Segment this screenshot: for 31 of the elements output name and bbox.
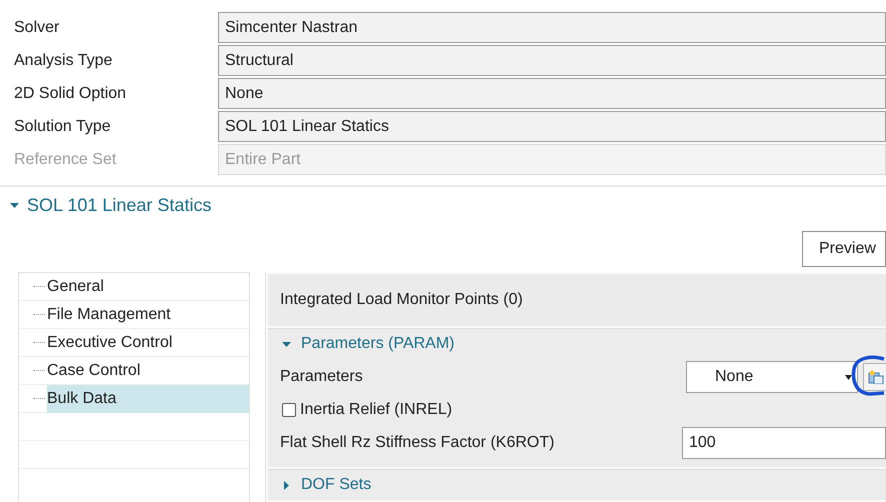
field-label: Flat Shell Rz Stiffness Factor (K6ROT) bbox=[280, 433, 556, 453]
property-field[interactable]: None bbox=[218, 78, 886, 109]
dropdown[interactable]: None bbox=[686, 361, 858, 393]
property-field[interactable]: Structural bbox=[218, 45, 886, 76]
tree-item[interactable]: Executive Control bbox=[47, 328, 249, 356]
group-title[interactable]: DOF Sets bbox=[301, 473, 372, 497]
field-label: Parameters bbox=[280, 367, 364, 387]
property-label: Solver bbox=[13, 18, 60, 38]
caret-icon bbox=[10, 200, 19, 210]
section-title[interactable]: SOL 101 Linear Statics bbox=[27, 192, 212, 218]
parameters-button[interactable] bbox=[863, 363, 886, 391]
property-label: Analysis Type bbox=[13, 50, 114, 70]
tree-item[interactable]: File Management bbox=[47, 300, 249, 328]
property-label: Reference Set bbox=[13, 150, 118, 170]
number-field[interactable]: 100 bbox=[682, 427, 886, 459]
caret-icon bbox=[282, 480, 291, 490]
checkbox[interactable] bbox=[282, 403, 296, 417]
property-label: 2D Solid Option bbox=[13, 84, 128, 104]
tree-item[interactable]: Bulk Data bbox=[47, 384, 249, 412]
property-field[interactable]: Simcenter Nastran bbox=[218, 12, 886, 43]
tree-item[interactable]: Case Control bbox=[47, 356, 249, 384]
group-title[interactable]: Parameters (PARAM) bbox=[301, 332, 455, 356]
checkbox-label: Inertia Relief (INREL) bbox=[300, 400, 452, 420]
preview-button[interactable]: Preview bbox=[802, 231, 886, 267]
caret-icon bbox=[282, 340, 291, 348]
tree-item[interactable]: General bbox=[47, 272, 249, 300]
table-icon bbox=[868, 370, 884, 384]
property-label: Solution Type bbox=[13, 116, 112, 136]
dropdown-arrow-icon bbox=[845, 375, 852, 380]
monitor-points-bar[interactable]: Integrated Load Monitor Points (0) bbox=[268, 274, 886, 326]
property-field[interactable]: SOL 101 Linear Statics bbox=[218, 111, 886, 142]
